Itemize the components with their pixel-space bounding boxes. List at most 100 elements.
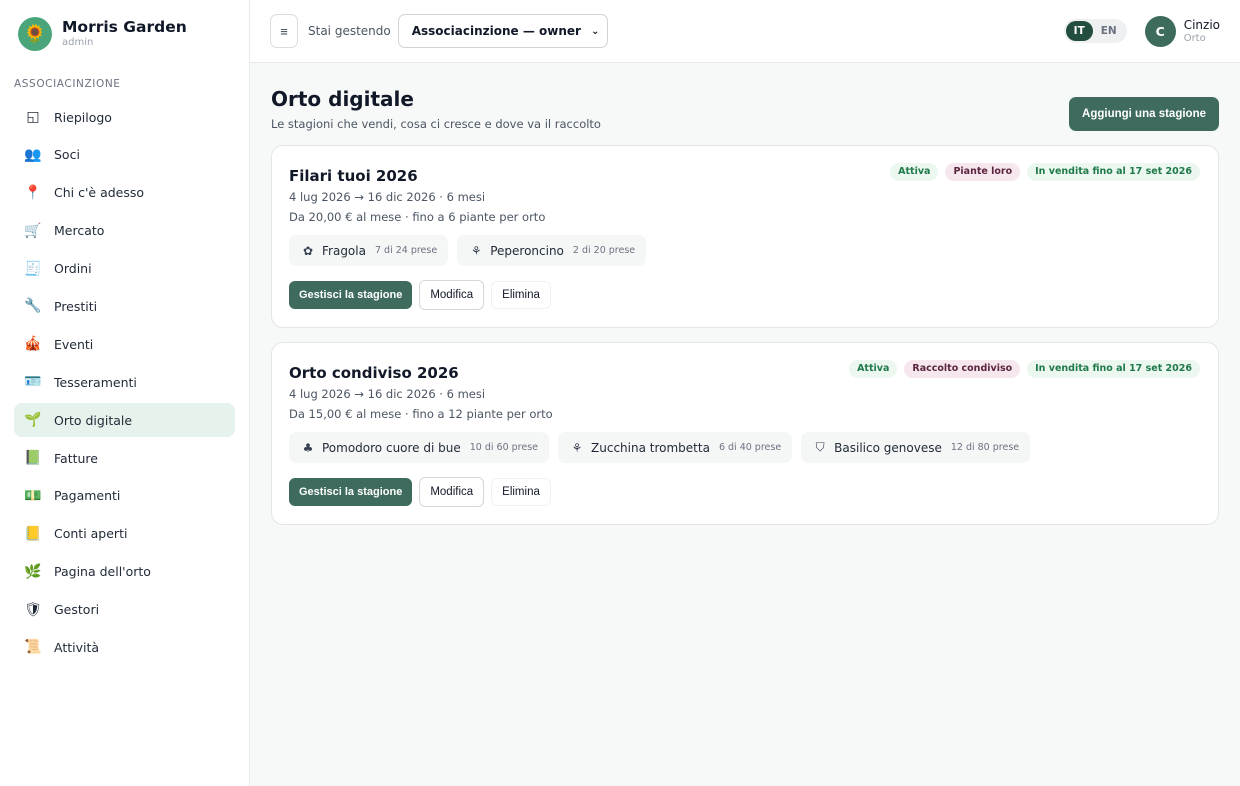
sidebar-item-label: Ordini bbox=[54, 261, 92, 277]
status-badge: Piante loro bbox=[945, 163, 1021, 181]
season-actions: Gestisci la stagione Modifica Elimina bbox=[289, 280, 1200, 310]
soci-icon: 👥 bbox=[24, 146, 42, 163]
crop-slots: 6 di 40 prese bbox=[718, 442, 782, 453]
season-card: Attiva Raccolto condiviso In vendita fino … bbox=[271, 342, 1219, 525]
season-dates: 4 lug 2026 → 16 dic 2026 · 6 mesi bbox=[289, 190, 486, 204]
mercato-icon: 🛒 bbox=[24, 222, 42, 239]
user-name: Cinzio bbox=[1183, 17, 1220, 32]
sidebar-item-ordini[interactable]: 🧾 Ordini bbox=[14, 252, 235, 286]
sidebar-item-attivita[interactable]: 📜 Attività bbox=[14, 630, 235, 664]
sidebar: 🌻 Morris Garden admin ASSOCIACINZIONE ◱ R… bbox=[0, 0, 250, 786]
delete-season-button[interactable]: Elimina bbox=[491, 478, 551, 506]
sidebar-item-riepilogo[interactable]: ◱ Riepilogo bbox=[14, 100, 235, 134]
sidebar-item-mercato[interactable]: 🛒 Mercato bbox=[14, 214, 235, 248]
add-season-button[interactable]: Aggiungi una stagione bbox=[1069, 97, 1219, 131]
basket-icon: ⛉ bbox=[815, 440, 825, 454]
sidebar-item-chi-c-e-adesso[interactable]: 📍 Chi c'è adesso bbox=[14, 176, 235, 210]
season-price: Da 20,00 € al mese · fino a 6 piante per… bbox=[289, 210, 546, 224]
season-crops: ✿ Fragola 7 di 24 prese ⚘ Peperoncino 2 di 20… bbox=[289, 235, 1200, 266]
sidebar-item-label: Fatture bbox=[54, 450, 98, 466]
page-subtitle: Le stagioni che vendi, cosa ci cresce e … bbox=[271, 117, 601, 131]
crop-name: Basilico genovese bbox=[834, 440, 942, 455]
manage-season-button[interactable]: Gestisci la stagione bbox=[289, 478, 413, 506]
sidebar-item-label: Orto digitale bbox=[54, 412, 133, 428]
status-badge: Attiva bbox=[890, 163, 939, 181]
status-badge: In vendita fino al 17 set 2026 bbox=[1027, 360, 1200, 378]
sidebar-item-soci[interactable]: 👥 Soci bbox=[14, 138, 235, 172]
strawberry-icon: ✿ bbox=[302, 243, 314, 258]
brand-role: admin bbox=[62, 37, 94, 48]
manage-season-button[interactable]: Gestisci la stagione bbox=[289, 281, 413, 309]
sidebar-item-label: Gestori bbox=[54, 602, 100, 618]
gestori-icon: 🛡 bbox=[24, 601, 42, 618]
sidebar-item-pagamenti[interactable]: 💵 Pagamenti bbox=[14, 479, 235, 513]
crop-name: Zucchina trombetta bbox=[591, 440, 710, 455]
crop-name: Pomodoro cuore di bue bbox=[322, 440, 461, 455]
pagamenti-icon: 💵 bbox=[24, 487, 42, 504]
menu-icon: ≡ bbox=[280, 23, 288, 39]
sprout-icon: ⚘ bbox=[470, 243, 482, 258]
sidebar-item-label: Pagina dell'orto bbox=[54, 564, 151, 580]
crop-slots: 2 di 20 prese bbox=[572, 245, 636, 256]
sidebar-item-label: Riepilogo bbox=[54, 109, 112, 125]
season-price: Da 15,00 € al mese · fino a 12 piante pe… bbox=[289, 407, 553, 421]
page-content: Orto digitale Le stagioni che vendi, cos… bbox=[250, 63, 1240, 547]
sidebar-section-label: ASSOCIACINZIONE bbox=[14, 78, 121, 90]
attivita-icon: 📜 bbox=[24, 639, 42, 656]
crop-chip: ⚘ Peperoncino 2 di 20 prese bbox=[457, 235, 647, 266]
tesseramenti-icon: 🪪 bbox=[24, 374, 42, 391]
sidebar-nav: ◱ Riepilogo 👥 Soci 📍 Chi c'è adesso 🛒 Mercato 🧾 O… bbox=[14, 100, 235, 664]
topbar: ≡ Stai gestendo Associacinzione — owner … bbox=[250, 0, 1240, 63]
sidebar-item-fatture[interactable]: 📗 Fatture bbox=[14, 441, 235, 475]
brand[interactable]: 🌻 Morris Garden admin bbox=[14, 16, 235, 52]
sprout-icon: ⚘ bbox=[571, 440, 583, 455]
chi-c-e-adesso-icon: 📍 bbox=[24, 184, 42, 201]
sidebar-item-pagina-dell-orto[interactable]: 🌿 Pagina dell'orto bbox=[14, 555, 235, 589]
sidebar-item-prestiti[interactable]: 🔧 Prestiti bbox=[14, 289, 235, 323]
sidebar-item-label: Prestiti bbox=[54, 298, 98, 314]
prestiti-icon: 🔧 bbox=[24, 298, 42, 315]
seasons-list: Attiva Piante loro In vendita fino al 17 s… bbox=[271, 145, 1219, 525]
organization-select[interactable]: Associacinzione — owner ⌄ bbox=[397, 14, 609, 48]
sidebar-item-orto-digitale[interactable]: 🌱 Orto digitale bbox=[14, 403, 235, 438]
sunflower-icon: 🌻 bbox=[18, 17, 52, 51]
season-card: Attiva Piante loro In vendita fino al 17 s… bbox=[271, 145, 1219, 328]
crop-chip: ♣ Pomodoro cuore di bue 10 di 60 prese bbox=[289, 432, 550, 463]
ordini-icon: 🧾 bbox=[24, 260, 42, 277]
menu-toggle-button[interactable]: ≡ bbox=[270, 14, 298, 48]
pagina-dell-orto-icon: 🌿 bbox=[24, 563, 42, 580]
sidebar-item-label: Soci bbox=[54, 147, 80, 163]
season-badges: Attiva Raccolto condiviso In vendita fino … bbox=[849, 360, 1200, 378]
sidebar-item-tesseramenti[interactable]: 🪪 Tesseramenti bbox=[14, 365, 235, 399]
tomato-icon: ♣ bbox=[302, 440, 314, 455]
sidebar-item-label: Eventi bbox=[54, 336, 94, 352]
avatar: C bbox=[1144, 15, 1176, 47]
crop-name: Fragola bbox=[322, 243, 366, 258]
crop-slots: 12 di 80 prese bbox=[950, 442, 1020, 453]
language-en-button[interactable]: EN bbox=[1093, 21, 1125, 41]
crop-slots: 7 di 24 prese bbox=[374, 245, 438, 256]
edit-season-button[interactable]: Modifica bbox=[419, 477, 485, 507]
edit-season-button[interactable]: Modifica bbox=[419, 280, 485, 310]
language-it-button[interactable]: IT bbox=[1065, 21, 1093, 41]
status-badge: Raccolto condiviso bbox=[904, 360, 1021, 378]
delete-season-button[interactable]: Elimina bbox=[491, 281, 551, 309]
season-crops: ♣ Pomodoro cuore di bue 10 di 60 prese ⚘ Zuc… bbox=[289, 432, 1200, 463]
season-badges: Attiva Piante loro In vendita fino al 17 s… bbox=[890, 163, 1200, 181]
sidebar-item-gestori[interactable]: 🛡 Gestori bbox=[14, 593, 235, 627]
crop-name: Peperoncino bbox=[490, 243, 564, 258]
user-menu[interactable]: C Cinzio Orto bbox=[1144, 15, 1220, 47]
conti-aperti-icon: 📒 bbox=[24, 525, 42, 542]
sidebar-item-eventi[interactable]: 🎪 Eventi bbox=[14, 327, 235, 361]
language-toggle: IT EN bbox=[1063, 19, 1127, 43]
sidebar-item-label: Conti aperti bbox=[54, 526, 128, 542]
sidebar-item-label: Tesseramenti bbox=[54, 374, 137, 390]
sidebar-item-conti-aperti[interactable]: 📒 Conti aperti bbox=[14, 517, 235, 551]
crop-chip: ⚘ Zucchina trombetta 6 di 40 prese bbox=[558, 432, 793, 463]
fatture-icon: 📗 bbox=[24, 450, 42, 467]
managing-label: Stai gestendo bbox=[308, 24, 391, 38]
status-badge: In vendita fino al 17 set 2026 bbox=[1027, 163, 1200, 181]
crop-slots: 10 di 60 prese bbox=[469, 442, 539, 453]
chevron-down-icon: ⌄ bbox=[590, 25, 600, 37]
brand-name: Morris Garden bbox=[62, 18, 187, 36]
